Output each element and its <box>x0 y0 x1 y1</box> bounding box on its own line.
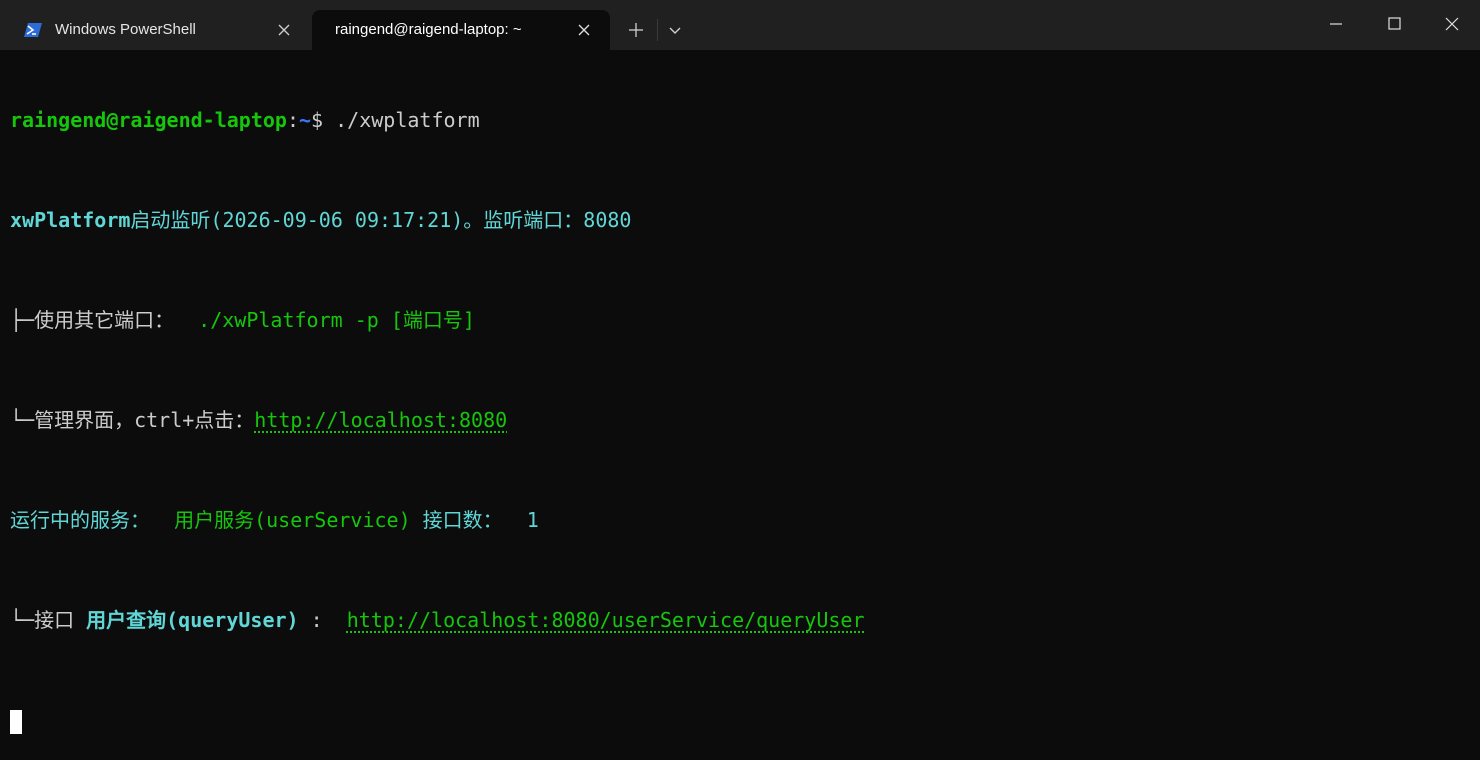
tab-divider <box>657 19 658 41</box>
title-bar: Windows PowerShell raingend@raigend-lapt… <box>0 0 1480 50</box>
text-cursor <box>10 710 22 734</box>
alt-port-label: ├─使用其它端口： <box>10 308 199 332</box>
services-line: 运行中的服务： 用户服务(userService) 接口数： 1 <box>10 508 1470 533</box>
terminal-output[interactable]: raingend@raigend-laptop:~$ ./xwplatform … <box>10 58 1470 748</box>
tab-label: raingend@raigend-laptop: ~ <box>335 21 522 38</box>
tab-windows-powershell[interactable]: Windows PowerShell <box>12 10 308 50</box>
close-window-icon[interactable] <box>1438 12 1466 36</box>
new-tab-icon[interactable] <box>622 17 650 43</box>
api-count: 1 <box>526 508 539 532</box>
maximize-icon[interactable] <box>1380 12 1408 36</box>
api-separator: : <box>298 608 347 632</box>
admin-ui-link[interactable]: http://localhost:8080 <box>254 408 507 432</box>
tab-label: Windows PowerShell <box>55 21 196 38</box>
close-tab-icon[interactable] <box>574 20 594 40</box>
prompt-user-host: raingend@raigend-laptop <box>10 108 287 132</box>
powershell-icon <box>24 23 42 37</box>
admin-ui-line: └─管理界面，ctrl+点击：http://localhost:8080 <box>10 408 1470 433</box>
api-count-label: 接口数： <box>410 508 527 532</box>
prompt-line: raingend@raigend-laptop:~$ ./xwplatform <box>10 108 1470 133</box>
tab-raingend-laptop[interactable]: raingend@raigend-laptop: ~ <box>312 10 610 50</box>
api-name: 用户查询(queryUser) <box>86 608 299 632</box>
admin-ui-label: └─管理界面，ctrl+点击： <box>10 408 255 432</box>
api-prefix: └─接口 <box>10 608 87 632</box>
api-link[interactable]: http://localhost:8080/userService/queryU… <box>347 608 865 632</box>
startup-message: 启动监听(2026-09-06 09:17:21)。监听端口：8080 <box>130 208 632 232</box>
prompt-symbol: $ <box>311 108 336 132</box>
api-line: └─接口 用户查询(queryUser) : http://localhost:… <box>10 608 1470 633</box>
startup-line: xwPlatform启动监听(2026-09-06 09:17:21)。监听端口… <box>10 208 1470 233</box>
chevron-down-icon[interactable] <box>664 19 686 41</box>
minimize-icon[interactable] <box>1322 12 1350 36</box>
alt-port-command: ./xwPlatform -p [端口号] <box>198 308 475 332</box>
services-label: 运行中的服务： <box>10 508 175 532</box>
prompt-path: ~ <box>299 108 312 132</box>
app-name: xwPlatform <box>10 208 131 232</box>
prompt-separator: : <box>286 108 299 132</box>
close-tab-icon[interactable] <box>274 20 294 40</box>
command-text: ./xwplatform <box>335 108 480 132</box>
service-name: 用户服务(userService) <box>174 508 411 532</box>
cursor-line <box>10 708 1470 734</box>
alt-port-line: ├─使用其它端口： ./xwPlatform -p [端口号] <box>10 308 1470 333</box>
